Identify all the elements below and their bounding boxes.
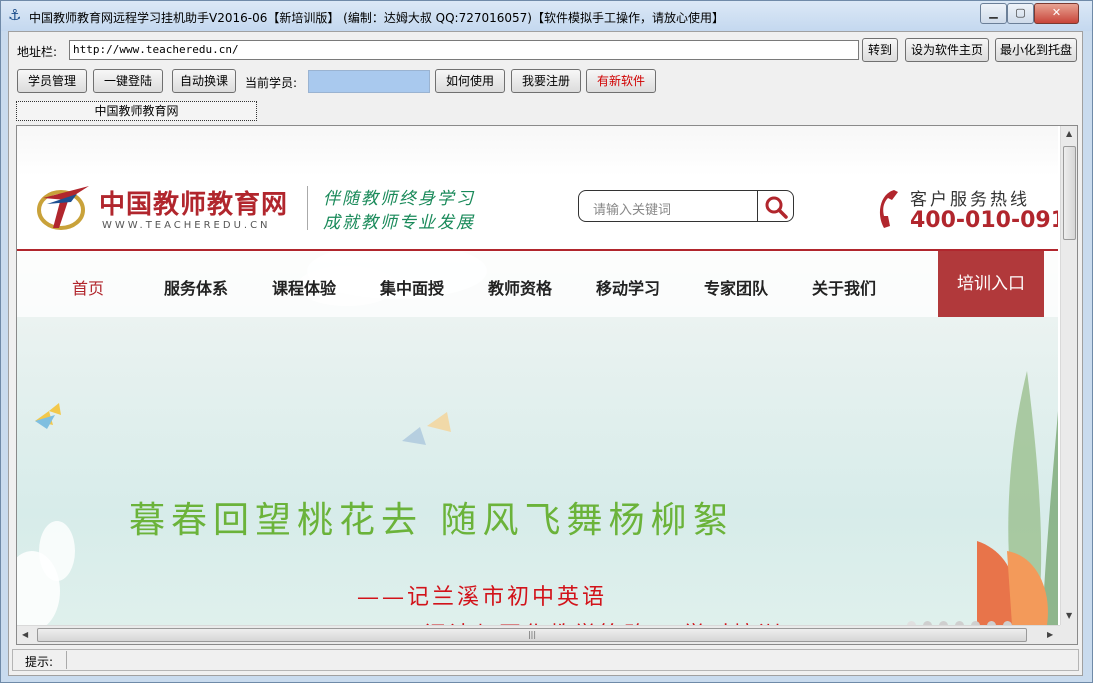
vertical-scroll-thumb[interactable] [1063, 146, 1076, 240]
address-label: 地址栏: [17, 45, 58, 59]
current-student-field[interactable] [308, 70, 430, 93]
app-window: ⚓ 中国教师教育网远程学习挂机助手V2016-06【新培训版】 (编制：达姆大叔… [0, 0, 1093, 683]
title-bar[interactable]: ⚓ 中国教师教育网远程学习挂机助手V2016-06【新培训版】 (编制：达姆大叔… [1, 1, 1092, 31]
student-management-button[interactable]: 学员管理 [17, 69, 87, 93]
nav-item-qualification[interactable]: 教师资格 [488, 275, 552, 299]
nav-item-about[interactable]: 关于我们 [812, 275, 876, 299]
slogan-line-1: 伴随教师终身学习 [323, 189, 475, 209]
nav-item-experts[interactable]: 专家团队 [704, 275, 768, 299]
nav-item-course-trial[interactable]: 课程体验 [272, 275, 336, 299]
scroll-down-icon[interactable]: ▼ [1066, 611, 1072, 620]
search-separator [757, 191, 758, 221]
site-logo-url: WWW.TEACHEREDU.CN [102, 220, 271, 231]
horizontal-scroll-thumb[interactable]: ||| [37, 628, 1027, 642]
maximize-button[interactable]: ▢ [1007, 3, 1034, 24]
nav-item-home[interactable]: 首页 [72, 275, 104, 299]
logo-icon[interactable] [37, 180, 93, 232]
close-button[interactable]: ✕ [1034, 3, 1079, 24]
banner-subtitle-1: ——记兰溪市初中英语 [357, 585, 608, 610]
scroll-up-icon[interactable]: ▲ [1066, 129, 1072, 138]
web-page: 暮春回望桃花去 随风飞舞杨柳絮 ——记兰溪市初中英语 阅读与写作教学策略90学时… [17, 126, 1058, 625]
status-separator [66, 651, 67, 669]
set-homepage-button[interactable]: 设为软件主页 [905, 38, 989, 62]
slogan-line-2: 成就教师专业发展 [323, 213, 475, 233]
phone-icon [879, 190, 898, 228]
site-header: 中国教师教育网 WWW.TEACHEREDU.CN 伴随教师终身学习 成就教师专… [17, 126, 1058, 252]
banner-headline: 暮春回望桃花去 随风飞舞杨柳絮 [129, 500, 735, 541]
vertical-scrollbar[interactable]: ▲ ▼ [1060, 126, 1077, 625]
hotline-number: 400-010-0910 [910, 208, 1058, 233]
nav-item-face-to-face[interactable]: 集中面授 [380, 275, 444, 299]
anchor-icon: ⚓ [8, 6, 22, 24]
search-icon[interactable] [763, 194, 789, 220]
tab-teacheredu[interactable]: 中国教师教育网 [16, 101, 257, 121]
site-logo-name[interactable]: 中国教师教育网 [99, 184, 288, 221]
minimize-to-tray-button[interactable]: 最小化到托盘 [995, 38, 1077, 62]
site-nav: 首页 服务体系 课程体验 集中面授 教师资格 移动学习 专家团队 关于我们 培训… [17, 251, 1058, 317]
slogan-divider [307, 186, 308, 230]
window-title: 中国教师教育网远程学习挂机助手V2016-06【新培训版】 (编制：达姆大叔 Q… [29, 11, 724, 25]
minimize-button[interactable]: ▁ [980, 3, 1007, 24]
auto-switch-course-button[interactable]: 自动换课 [172, 69, 236, 93]
hotline-label: 客户服务热线 [910, 190, 1030, 210]
banner-subtitle-2: 阅读与写作教学策略90学时培训 [424, 617, 783, 625]
horizontal-scrollbar[interactable]: ◀ ||| ▶ [17, 625, 1060, 644]
browser-view[interactable]: 暮春回望桃花去 随风飞舞杨柳絮 ——记兰溪市初中英语 阅读与写作教学策略90学时… [16, 125, 1078, 645]
nav-item-services[interactable]: 服务体系 [164, 275, 228, 299]
register-button[interactable]: 我要注册 [511, 69, 581, 93]
scroll-corner [1060, 625, 1077, 644]
one-click-login-button[interactable]: 一键登陆 [93, 69, 163, 93]
client-area: 地址栏: http://www.teacheredu.cn/ 转到 设为软件主页… [8, 31, 1083, 676]
scroll-right-icon[interactable]: ▶ [1047, 630, 1053, 639]
site-search-box[interactable]: 请输入关键词 [578, 190, 794, 222]
go-button[interactable]: 转到 [862, 38, 898, 62]
training-entry-button[interactable]: 培训入口 [938, 251, 1044, 317]
site-search-input[interactable]: 请输入关键词 [593, 199, 671, 218]
status-label: 提示: [25, 655, 54, 669]
how-to-use-button[interactable]: 如何使用 [435, 69, 505, 93]
address-input[interactable]: http://www.teacheredu.cn/ [69, 40, 859, 60]
nav-item-mobile-learning[interactable]: 移动学习 [596, 275, 660, 299]
new-software-button[interactable]: 有新软件 [586, 69, 656, 93]
status-bar: 提示: [12, 649, 1079, 671]
current-student-label: 当前学员: [245, 76, 298, 90]
scroll-left-icon[interactable]: ◀ [22, 630, 28, 639]
